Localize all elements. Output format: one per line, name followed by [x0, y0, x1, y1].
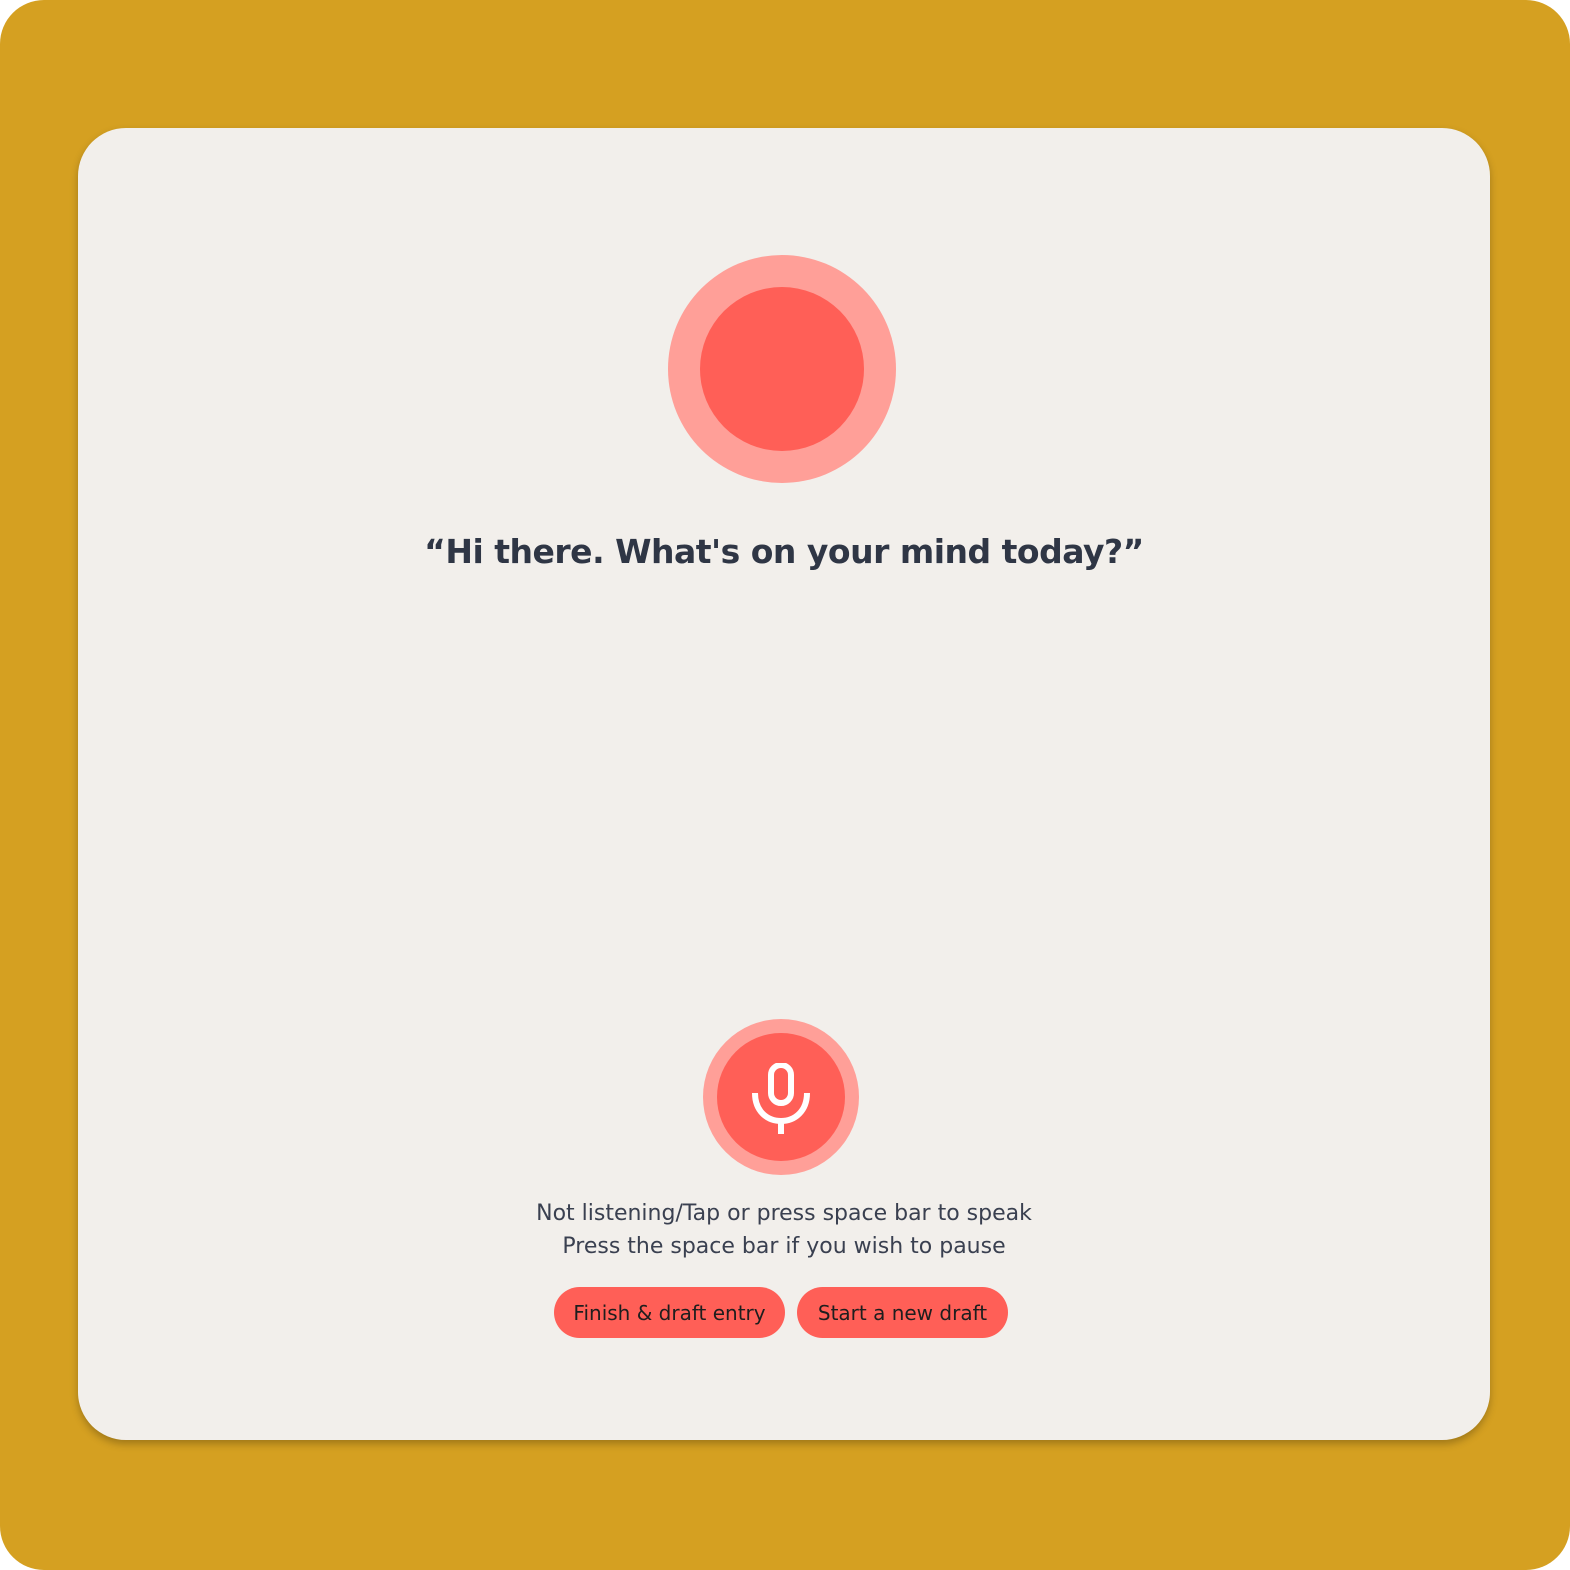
status-text: Not listening/Tap or press space bar to … — [536, 1201, 1032, 1226]
outer-frame: “Hi there. What's on your mind today?” N… — [0, 0, 1570, 1570]
assistant-prompt: “Hi there. What's on your mind today?” — [424, 532, 1144, 571]
mic-button[interactable] — [703, 1019, 859, 1175]
assistant-orb — [668, 255, 896, 483]
finish-draft-entry-button[interactable]: Finish & draft entry — [554, 1287, 785, 1338]
assistant-orb-core — [700, 287, 864, 451]
voice-journal-card: “Hi there. What's on your mind today?” N… — [78, 128, 1490, 1440]
mic-button-core[interactable] — [717, 1033, 845, 1161]
microphone-icon — [752, 1063, 810, 1134]
pause-hint-text: Press the space bar if you wish to pause — [562, 1234, 1006, 1259]
start-new-draft-button[interactable]: Start a new draft — [797, 1287, 1008, 1338]
